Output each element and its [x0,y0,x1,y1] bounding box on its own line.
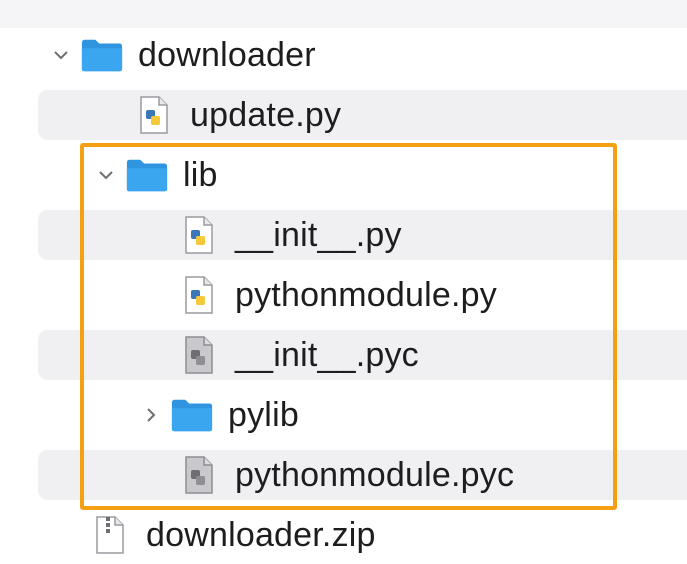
tree-row-pythonmodule-pyc[interactable]: pythonmodule.pyc [0,446,687,504]
zip-file-icon [88,515,132,555]
tree-row-pythonmodule-py[interactable]: pythonmodule.py [0,266,687,324]
tree-item-label: lib [183,155,218,194]
tree-item-label: __init__.pyc [235,335,419,374]
top-strip [0,0,687,28]
tree-item-label: pythonmodule.pyc [235,455,515,494]
tree-item-label: downloader [138,35,316,74]
python-file-icon [177,215,221,255]
tree-item-label: __init__.py [235,215,402,254]
folder-icon [170,395,214,435]
tree-row-lib[interactable]: lib [0,146,687,204]
folder-icon [80,35,124,75]
tree-item-label: downloader.zip [146,515,376,554]
chevron-right-icon[interactable] [142,406,160,424]
compiled-file-icon [177,335,221,375]
tree-row-update-py[interactable]: update.py [0,86,687,144]
python-file-icon [177,275,221,315]
tree-row-downloader-zip[interactable]: downloader.zip [0,506,687,564]
compiled-file-icon [177,455,221,495]
tree-row-downloader[interactable]: downloader [0,26,687,84]
chevron-down-icon[interactable] [97,166,115,184]
python-file-icon [132,95,176,135]
file-browser-pane: downloader update.py lib __init__.py pyt… [0,0,687,559]
tree-row-init-py[interactable]: __init__.py [0,206,687,264]
tree-item-label: pythonmodule.py [235,275,497,314]
tree-item-label: pylib [228,395,299,434]
folder-icon [125,155,169,195]
tree-item-label: update.py [190,95,342,134]
chevron-down-icon[interactable] [52,46,70,64]
tree-row-init-pyc[interactable]: __init__.pyc [0,326,687,384]
tree-row-pylib[interactable]: pylib [0,386,687,444]
